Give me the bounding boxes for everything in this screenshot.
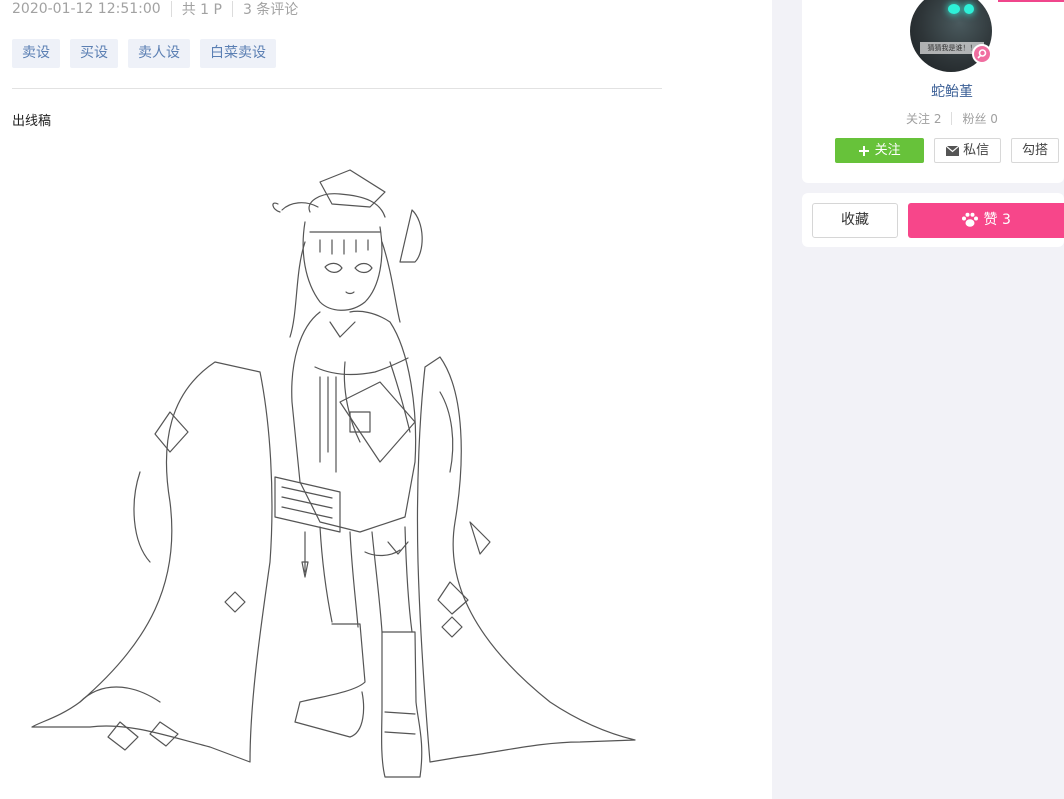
avatar-detail (948, 4, 960, 14)
post-description: 出线稿 (12, 114, 52, 129)
tag-item[interactable]: 白菜卖设 (200, 39, 276, 68)
follow-label: 关注 (874, 143, 901, 158)
message-label: 私信 (963, 143, 990, 158)
tag-list: 卖设 买设 卖人设 白菜卖设 (12, 39, 276, 68)
favorite-button[interactable]: 收藏 (812, 203, 898, 238)
post-pages: 共 1 P (181, 2, 222, 18)
tag-item[interactable]: 买设 (70, 39, 118, 68)
tag-item[interactable]: 卖设 (12, 39, 60, 68)
like-label: 赞 3 (983, 212, 1011, 228)
meta-divider (231, 1, 233, 17)
like-button[interactable]: 赞 3 (908, 203, 1064, 238)
plus-icon (859, 145, 870, 156)
meta-divider (170, 1, 172, 17)
avatar-detail (964, 4, 974, 14)
search-badge-icon (972, 44, 992, 64)
post-date: 2020-01-12 12:51:00 (12, 1, 161, 17)
message-button[interactable]: 私信 (934, 138, 1001, 163)
hook-button[interactable]: 勾搭 (1011, 138, 1059, 163)
followers-count[interactable]: 粉丝 0 (962, 110, 997, 127)
artwork-image[interactable] (20, 162, 650, 792)
follow-button[interactable]: 关注 (835, 138, 924, 163)
author-name[interactable]: 蛇鲐堇 (802, 81, 1064, 101)
following-count[interactable]: 关注 2 (906, 110, 941, 127)
mail-icon (945, 145, 959, 156)
stats-divider (951, 112, 953, 125)
content-divider (12, 88, 662, 89)
paw-icon (962, 212, 979, 227)
tag-item[interactable]: 卖人设 (128, 39, 190, 68)
post-comments-link[interactable]: 3 条评论 (243, 0, 298, 19)
post-meta: 2020-01-12 12:51:00 共 1 P 3 条评论 (12, 0, 298, 18)
accent-bar (998, 0, 1064, 2)
author-stats: 关注 2 粉丝 0 (906, 110, 998, 127)
